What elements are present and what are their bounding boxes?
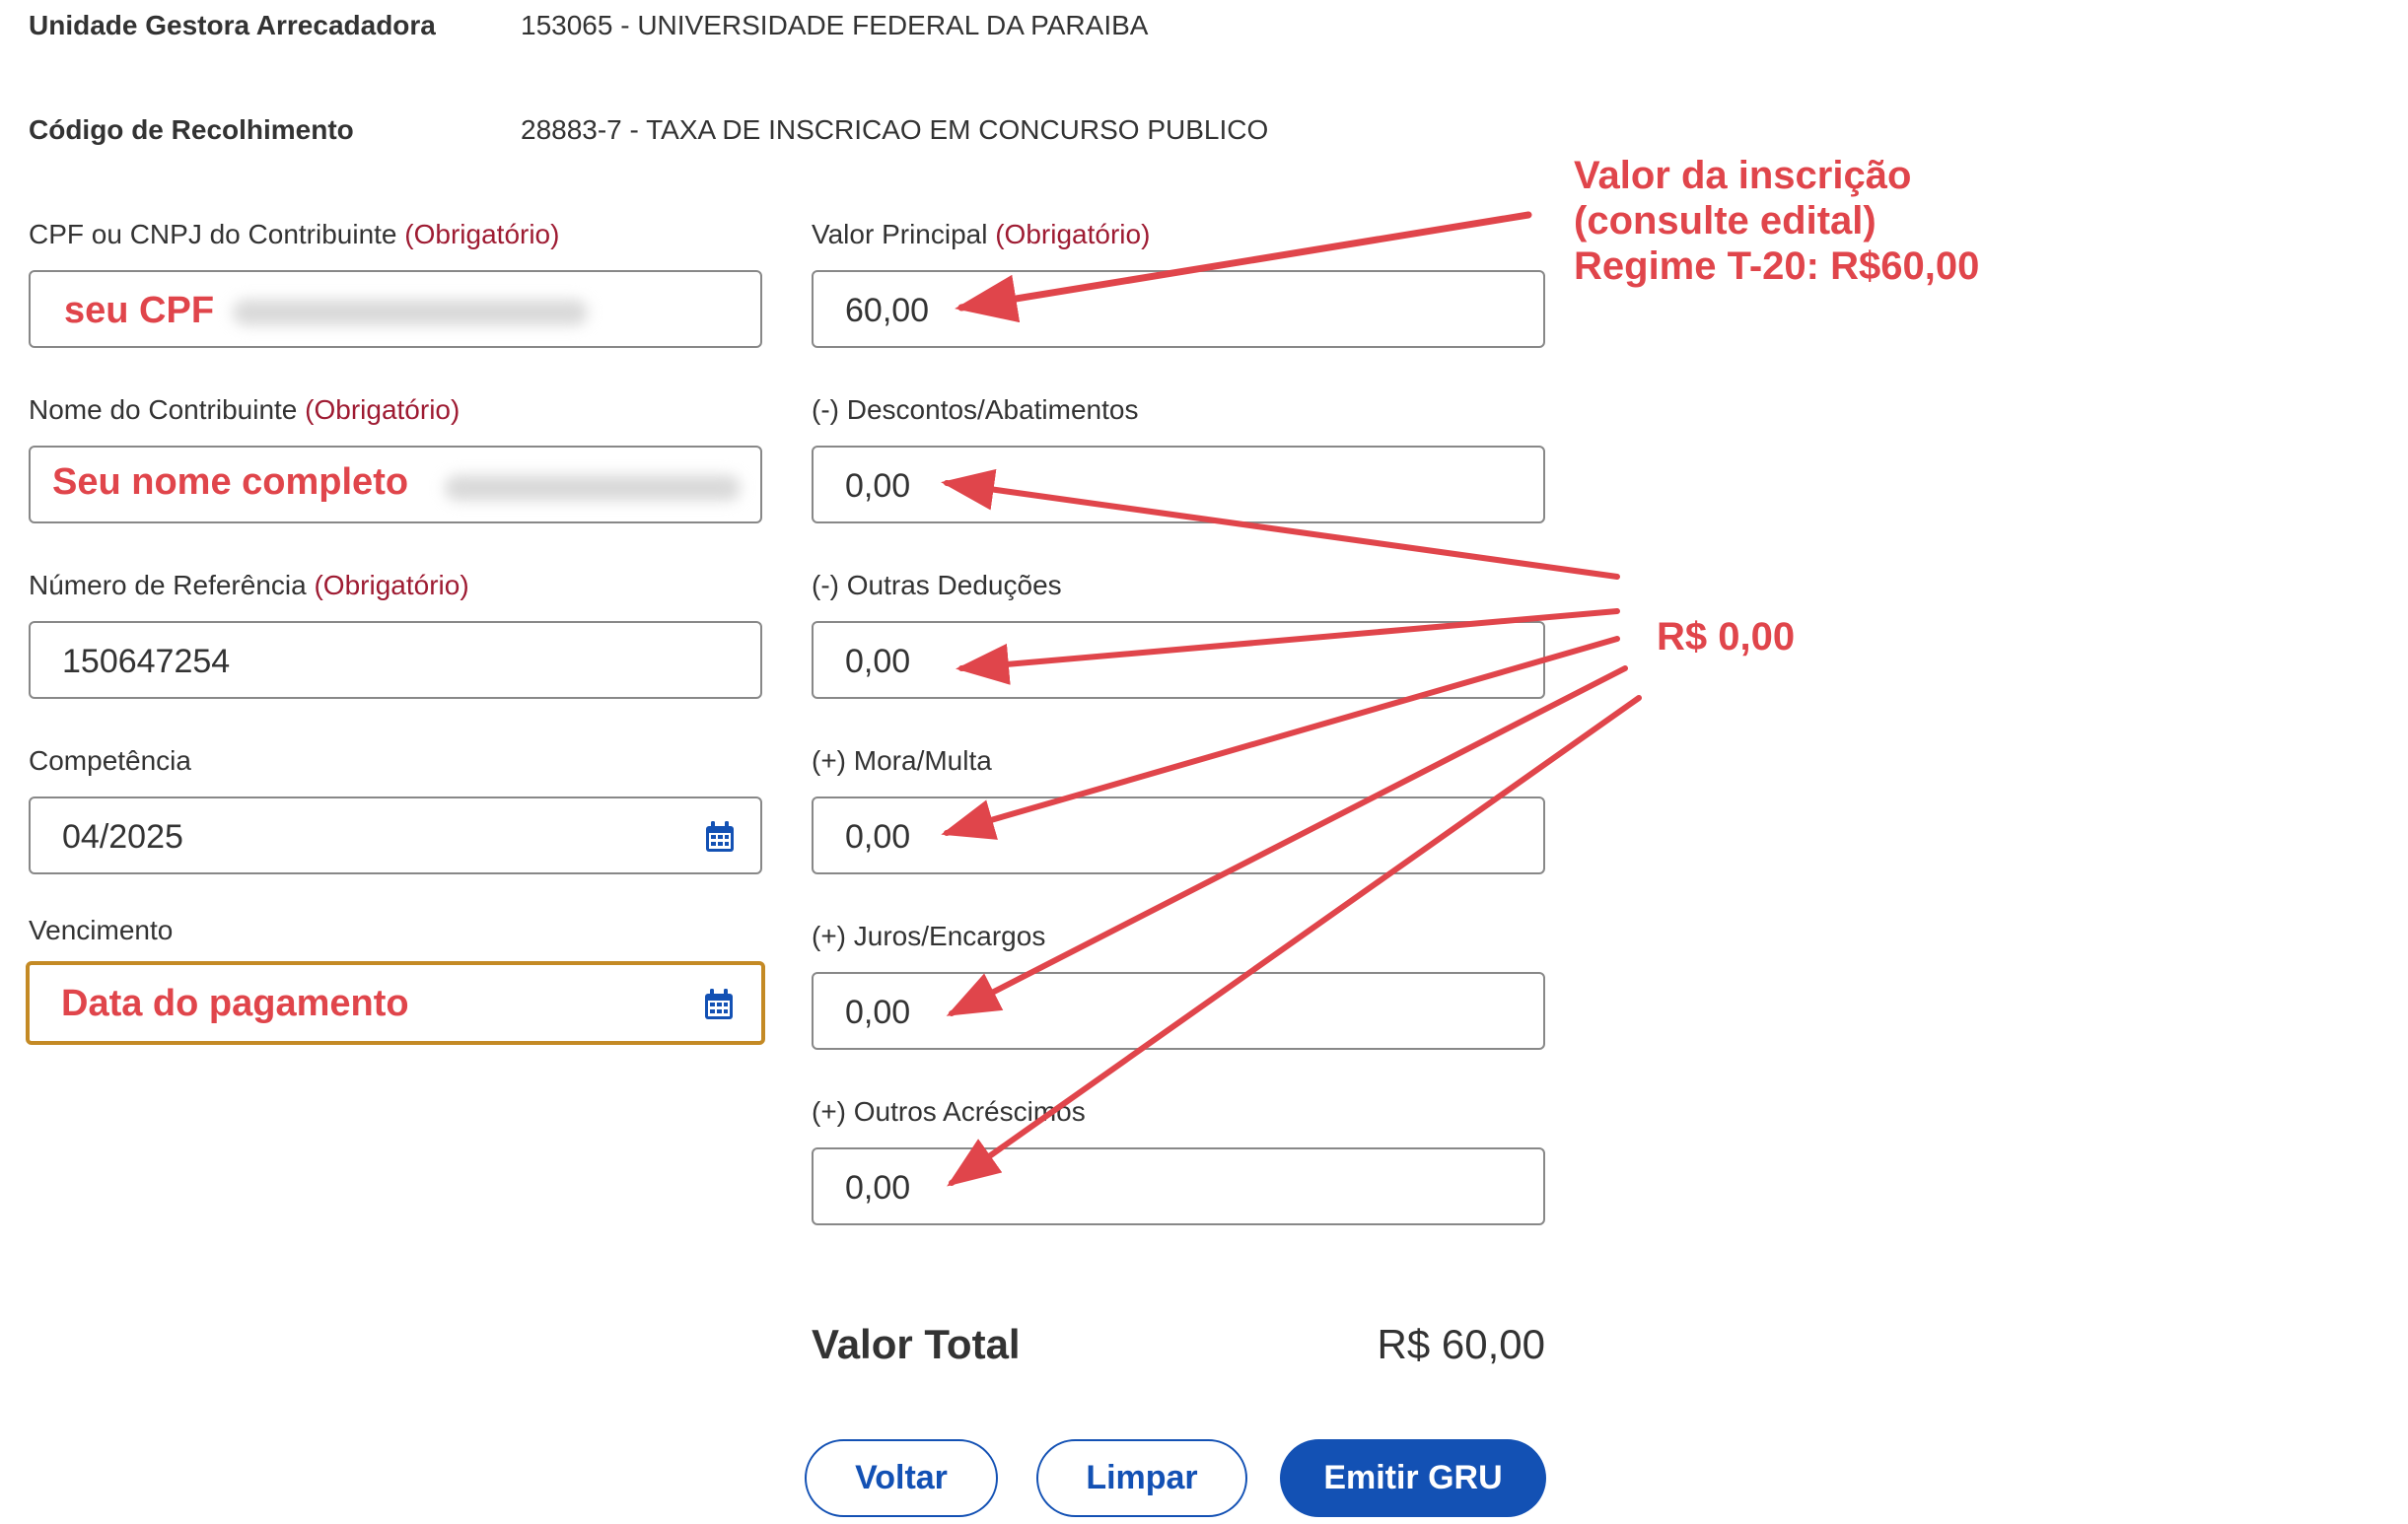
ug-value: 153065 - UNIVERSIDADE FEDERAL DA PARAIBA bbox=[521, 10, 1149, 40]
mora-value: 0,00 bbox=[845, 818, 911, 856]
juros-label: (+) Juros/Encargos bbox=[812, 921, 1046, 951]
deducoes-value: 0,00 bbox=[845, 643, 911, 680]
cpf-field[interactable]: seu CPF bbox=[29, 270, 762, 348]
annotation-zero: R$ 0,00 bbox=[1657, 615, 1796, 658]
nome-label: Nome do Contribuinte (Obrigatório) bbox=[29, 394, 460, 425]
venc-annotation: Data do pagamento bbox=[61, 983, 409, 1024]
mora-field[interactable]: 0,00 bbox=[812, 797, 1545, 874]
cod-value: 28883-7 - TAXA DE INSCRICAO EM CONCURSO … bbox=[521, 114, 1269, 145]
principal-value: 60,00 bbox=[845, 292, 930, 329]
cod-label: Código de Recolhimento bbox=[29, 114, 354, 145]
total-value: R$ 60,00 bbox=[1377, 1321, 1545, 1367]
nome-blurred-value bbox=[445, 475, 741, 501]
deducoes-field[interactable]: 0,00 bbox=[812, 621, 1545, 699]
acrescimos-label: (+) Outros Acréscimos bbox=[812, 1096, 1086, 1127]
principal-field[interactable]: 60,00 bbox=[812, 270, 1545, 348]
comp-label: Competência bbox=[29, 745, 191, 776]
voltar-button[interactable]: Voltar bbox=[805, 1439, 998, 1517]
calendar-icon[interactable] bbox=[704, 989, 734, 1020]
venc-label: Vencimento bbox=[29, 915, 174, 945]
calendar-icon[interactable] bbox=[705, 821, 735, 853]
acrescimos-value: 0,00 bbox=[845, 1169, 911, 1207]
ref-value: 150647254 bbox=[62, 643, 231, 680]
juros-field[interactable]: 0,00 bbox=[812, 972, 1545, 1050]
juros-value: 0,00 bbox=[845, 994, 911, 1031]
deducoes-label: (-) Outras Deduções bbox=[812, 570, 1062, 600]
comp-value: 04/2025 bbox=[62, 818, 183, 856]
mora-label: (+) Mora/Multa bbox=[812, 745, 992, 776]
ref-label: Número de Referência (Obrigatório) bbox=[29, 570, 469, 600]
principal-label: Valor Principal (Obrigatório) bbox=[812, 219, 1151, 249]
ref-field[interactable]: 150647254 bbox=[29, 621, 762, 699]
descontos-label: (-) Descontos/Abatimentos bbox=[812, 394, 1139, 425]
emitir-gru-button[interactable]: Emitir GRU bbox=[1280, 1439, 1546, 1517]
cpf-annotation: seu CPF bbox=[64, 290, 215, 331]
annotation-valor: Valor da inscrição (consulte edital) Reg… bbox=[1574, 154, 1980, 288]
descontos-value: 0,00 bbox=[845, 467, 911, 505]
limpar-button[interactable]: Limpar bbox=[1036, 1439, 1247, 1517]
cpf-label: CPF ou CNPJ do Contribuinte (Obrigatório… bbox=[29, 219, 560, 249]
total-label: Valor Total bbox=[812, 1321, 1021, 1367]
nome-annotation: Seu nome completo bbox=[52, 461, 409, 503]
venc-field[interactable]: Data do pagamento bbox=[26, 961, 765, 1045]
nome-field[interactable]: Seu nome completo bbox=[29, 446, 762, 523]
descontos-field[interactable]: 0,00 bbox=[812, 446, 1545, 523]
comp-field[interactable]: 04/2025 bbox=[29, 797, 762, 874]
ug-label: Unidade Gestora Arrecadadora bbox=[29, 10, 436, 40]
cpf-blurred-value bbox=[233, 300, 588, 325]
acrescimos-field[interactable]: 0,00 bbox=[812, 1147, 1545, 1225]
